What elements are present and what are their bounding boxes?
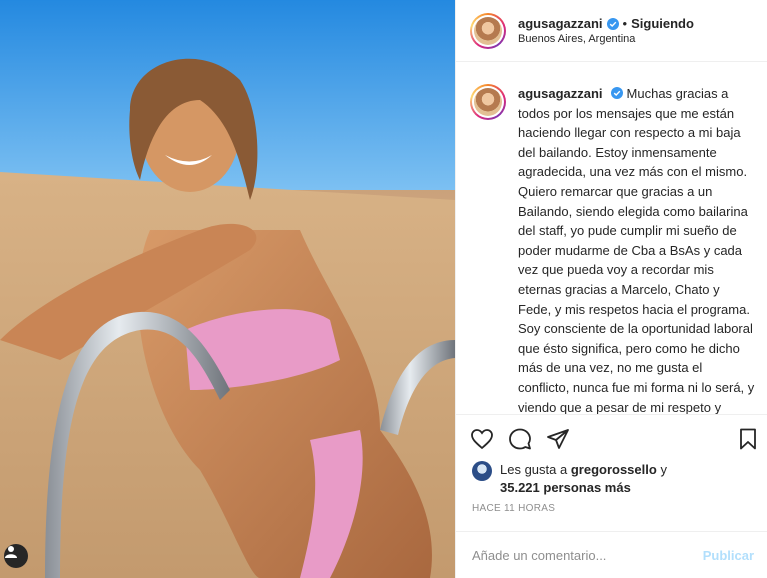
- caption-section: agusagazzani Muchas gracias a todos por …: [456, 62, 767, 414]
- likes-prefix: Les gusta a: [500, 462, 568, 477]
- publish-button[interactable]: Publicar: [703, 548, 754, 563]
- comment-input[interactable]: [472, 548, 703, 563]
- heart-icon[interactable]: [470, 427, 494, 451]
- post-photo[interactable]: [0, 0, 455, 578]
- caption-verified-icon: [610, 87, 623, 99]
- caption-body: Muchas gracias a todos por los mensajes …: [518, 86, 750, 317]
- post-timestamp[interactable]: HACE 11 HORAS: [472, 503, 555, 514]
- following-button[interactable]: Siguiendo: [631, 16, 694, 31]
- post-photo-illustration: [0, 0, 455, 578]
- header-username[interactable]: agusagazzani: [518, 16, 603, 31]
- bookmark-icon[interactable]: [736, 427, 760, 451]
- send-icon[interactable]: [546, 427, 570, 451]
- verified-badge-icon: [606, 17, 619, 30]
- caption-avatar[interactable]: [470, 84, 506, 120]
- post-details-panel: agusagazzani • Siguiendo Buenos Aires, A…: [455, 0, 767, 578]
- comment-form: Publicar: [456, 531, 767, 578]
- liker-username[interactable]: gregorossello: [571, 462, 657, 477]
- comment-icon[interactable]: [508, 427, 532, 451]
- avatar[interactable]: [470, 12, 506, 49]
- liker-avatar[interactable]: [472, 461, 492, 481]
- caption-text: agusagazzani Muchas gracias a todos por …: [518, 84, 756, 414]
- likes-count[interactable]: 35.221 personas más: [500, 480, 631, 495]
- tagged-user-icon[interactable]: [4, 544, 28, 568]
- location-link[interactable]: Buenos Aires, Argentina: [518, 33, 694, 45]
- likes-summary: Les gusta a gregorossello y 35.221 perso…: [472, 461, 667, 497]
- caption-username[interactable]: agusagazzani: [518, 86, 603, 101]
- action-bar: [470, 427, 760, 453]
- likes-joiner: y: [660, 462, 667, 477]
- actions-section: Les gusta a gregorossello y 35.221 perso…: [456, 414, 767, 578]
- caption-body-continued: Soy consciente de la oportunidad laboral…: [518, 321, 755, 414]
- post-header: agusagazzani • Siguiendo Buenos Aires, A…: [456, 0, 767, 62]
- header-separator: •: [622, 16, 628, 31]
